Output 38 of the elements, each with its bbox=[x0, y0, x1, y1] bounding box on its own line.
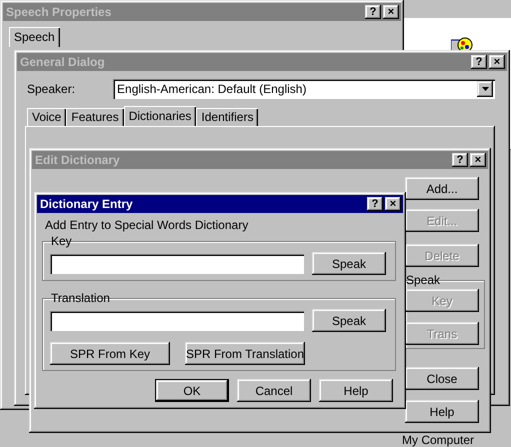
window-title: General Dialog bbox=[20, 55, 106, 69]
group-label: Key bbox=[50, 234, 73, 248]
window-title: Edit Dictionary bbox=[35, 153, 121, 167]
instruction-text: Add Entry to Special Words Dictionary bbox=[45, 218, 250, 232]
speak-button[interactable]: Speak bbox=[312, 252, 386, 275]
spr-button[interactable]: SPR From Key bbox=[50, 342, 170, 365]
group-label: Translation bbox=[50, 291, 111, 305]
dialog-button[interactable]: Cancel bbox=[237, 379, 311, 402]
tab[interactable]: Voice bbox=[27, 108, 66, 126]
help-button[interactable]: ? bbox=[365, 5, 381, 19]
speaker-label: Speaker: bbox=[27, 82, 76, 96]
desktop-icon-label[interactable]: My Computer bbox=[402, 433, 474, 447]
dialog-button[interactable]: Help bbox=[405, 400, 479, 423]
help-button[interactable]: ? bbox=[452, 153, 468, 167]
close-button[interactable]: × bbox=[470, 153, 486, 167]
close-button[interactable]: × bbox=[489, 55, 505, 69]
dialog-button[interactable]: OK bbox=[155, 379, 229, 402]
translation-input-field[interactable] bbox=[50, 310, 304, 330]
dialog-button[interactable]: Add... bbox=[405, 177, 479, 200]
spr-button[interactable]: SPR From Translation bbox=[185, 342, 305, 365]
group-label: Speak bbox=[405, 273, 442, 287]
down-arrow-icon bbox=[482, 87, 488, 91]
dialog-button[interactable]: Help bbox=[319, 379, 393, 402]
dropdown-arrow-button[interactable] bbox=[477, 81, 493, 97]
help-button[interactable]: ? bbox=[471, 55, 487, 69]
window-title: Dictionary Entry bbox=[40, 197, 134, 211]
speaker-dropdown[interactable]: English-American: Default (English) bbox=[113, 79, 495, 99]
tab[interactable]: Identifiers bbox=[196, 108, 258, 126]
window-title: Speech Properties bbox=[6, 5, 112, 19]
tab[interactable]: Speech bbox=[9, 27, 60, 47]
tab[interactable]: Dictionaries bbox=[124, 106, 196, 126]
dialog-button[interactable]: Close bbox=[405, 367, 479, 390]
tab[interactable]: Features bbox=[66, 108, 124, 126]
close-button[interactable]: × bbox=[383, 5, 399, 19]
close-button[interactable]: × bbox=[385, 197, 401, 211]
help-button[interactable]: ? bbox=[367, 197, 383, 211]
speak-button[interactable]: Speak bbox=[312, 309, 386, 332]
key-input-field[interactable] bbox=[50, 254, 304, 274]
